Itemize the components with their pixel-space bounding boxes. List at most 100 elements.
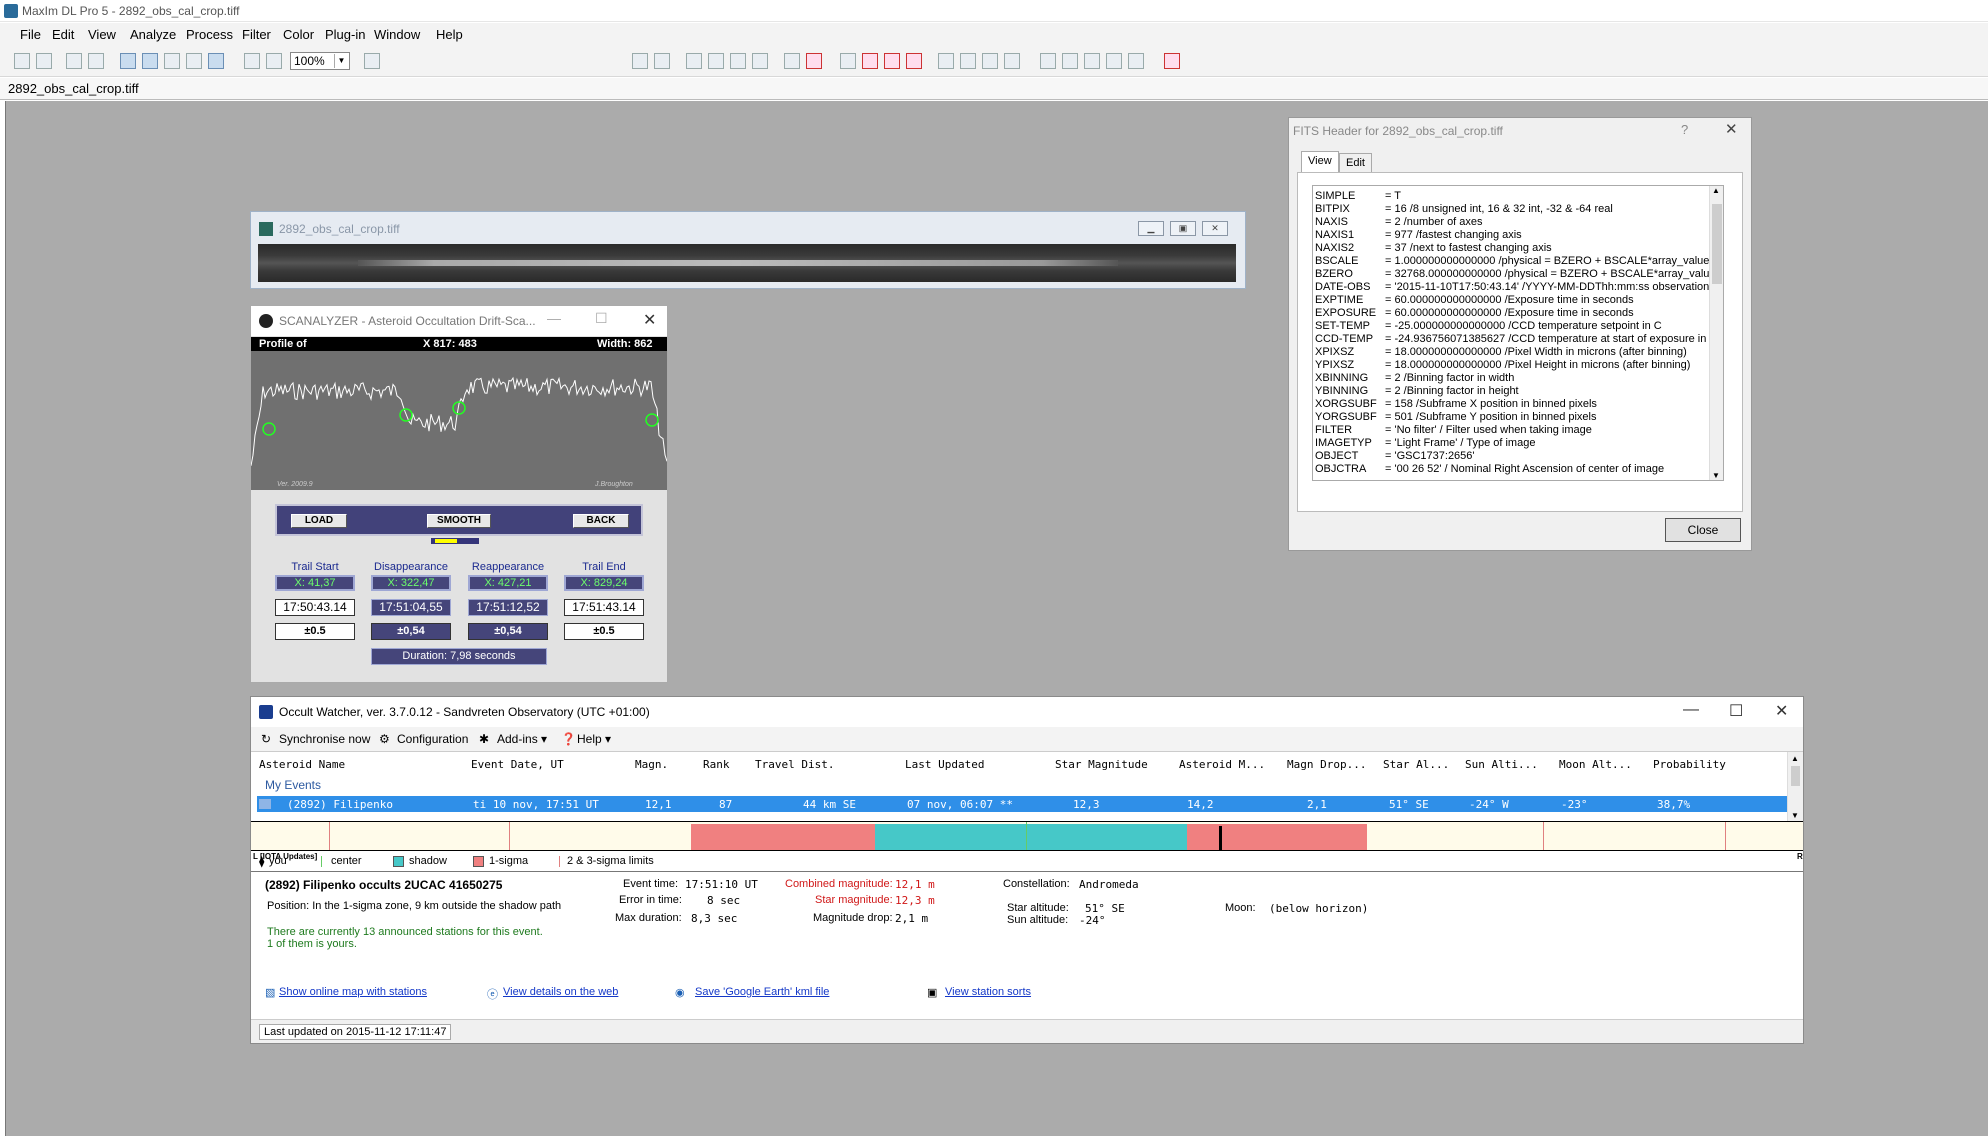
trail-end-time[interactable]: 17:51:43.14 [564, 599, 644, 616]
fits-row[interactable]: YBINNING = 2 /Binning factor in height [1315, 385, 1723, 398]
minimize-button[interactable]: ▁ [1138, 221, 1164, 236]
menu-window[interactable]: Window [374, 27, 420, 42]
tool-icon[interactable] [1062, 53, 1078, 69]
tool-icon[interactable] [686, 53, 702, 69]
tab-edit[interactable]: Edit [1339, 153, 1372, 173]
fits-header-dialog[interactable]: FITS Header for 2892_obs_cal_crop.tiff ?… [1288, 117, 1752, 551]
tool-icon[interactable] [1128, 53, 1144, 69]
image-icon[interactable] [120, 53, 136, 69]
fits-row[interactable]: XBINNING = 2 /Binning factor in width [1315, 372, 1723, 385]
addins-button[interactable]: Add-ins ▾ [497, 732, 547, 746]
menu-color[interactable]: Color [283, 27, 314, 42]
fits-row[interactable]: XORGSUBF = 158 /Subframe X position in bi… [1315, 398, 1723, 411]
fits-row[interactable]: OBJECT = 'GSC1737:2656' [1315, 450, 1723, 463]
tool-icon[interactable] [752, 53, 768, 69]
tool-icon[interactable] [1164, 53, 1180, 69]
fits-row[interactable]: EXPTIME = 60.000000000000000 /Exposure ti… [1315, 294, 1723, 307]
shadow-path-strip[interactable]: L [IOTA Updates] R [251, 821, 1803, 861]
tool-icon[interactable] [884, 53, 900, 69]
col-moon-altitude[interactable]: Moon Alt... [1559, 758, 1632, 771]
profile-plot[interactable]: Profile of X 817: 483 Width: 862 Ver. 20… [251, 337, 667, 490]
trail-start-error[interactable]: ±0.5 [275, 623, 355, 640]
zoom-fit-icon[interactable] [142, 53, 158, 69]
tool-icon[interactable] [708, 53, 724, 69]
menu-edit[interactable]: Edit [52, 27, 74, 42]
chevron-down-icon[interactable]: ▼ [1791, 811, 1799, 820]
fits-row[interactable]: NAXIS = 2 /number of axes [1315, 216, 1723, 229]
col-magn[interactable]: Magn. [635, 758, 668, 771]
tool-icon[interactable] [1040, 53, 1056, 69]
crosshair-icon[interactable] [806, 53, 822, 69]
menu-file[interactable]: File [20, 27, 41, 42]
view-details-link[interactable]: View details on the web [503, 986, 618, 998]
zoom-out-icon[interactable] [266, 53, 282, 69]
maximize-button[interactable]: ☐ [1729, 701, 1743, 721]
tool-icon[interactable] [654, 53, 670, 69]
pan-icon[interactable] [164, 53, 180, 69]
col-event-date[interactable]: Event Date, UT [471, 758, 564, 771]
fits-row[interactable]: SIMPLE = T [1315, 190, 1723, 203]
fits-row[interactable]: EXPOSURE = 60.000000000000000 /Exposure t… [1315, 307, 1723, 320]
fits-row[interactable]: DATE-OBS = '2015-11-10T17:50:43.14' /YYYY… [1315, 281, 1723, 294]
fits-row[interactable]: BZERO = 32768.000000000000 /physical = BZ… [1315, 268, 1723, 281]
menu-process[interactable]: Process [186, 27, 233, 42]
synchronise-button[interactable]: Synchronise now [279, 732, 370, 746]
fits-row[interactable]: CCD-TEMP = -24.936756071385627 /CCD tempe… [1315, 333, 1723, 346]
tool-icon[interactable] [1106, 53, 1122, 69]
menu-analyze[interactable]: Analyze [130, 27, 176, 42]
back-button[interactable]: BACK [573, 514, 629, 528]
close-button[interactable]: ✕ [1202, 221, 1228, 236]
tool-icon[interactable] [730, 53, 746, 69]
col-star-magnitude[interactable]: Star Magnitude [1055, 758, 1148, 771]
tool-icon[interactable] [784, 53, 800, 69]
undo-icon[interactable] [66, 53, 82, 69]
events-grid[interactable]: Asteroid Name Event Date, UT Magn. Rank … [251, 751, 1803, 822]
save-icon[interactable] [36, 53, 52, 69]
menu-help[interactable]: Help [436, 27, 463, 42]
close-button[interactable]: ✕ [1775, 701, 1788, 721]
station-sorts-link[interactable]: View station sorts [945, 986, 1031, 998]
col-star-altitude[interactable]: Star Al... [1383, 758, 1449, 771]
chevron-up-icon[interactable]: ▲ [1791, 754, 1799, 763]
menu-view[interactable]: View [88, 27, 116, 42]
image-window[interactable]: 2892_obs_cal_crop.tiff ▁ ▣ ✕ [250, 211, 1246, 289]
save-kml-link[interactable]: Save 'Google Earth' kml file [695, 986, 829, 998]
trail-start-time[interactable]: 17:50:43.14 [275, 599, 355, 616]
fits-row[interactable]: FILTER = 'No filter' / Filter used when t… [1315, 424, 1723, 437]
fits-scrollbar[interactable]: ▲ ▼ [1709, 186, 1723, 480]
trail-end-error[interactable]: ±0.5 [564, 623, 644, 640]
col-magn-drop[interactable]: Magn Drop... [1287, 758, 1366, 771]
fits-row[interactable]: OBJCTRA = '00 26 52' / Nominal Right Asce… [1315, 463, 1723, 476]
grid-scrollbar[interactable]: ▲ ▼ [1787, 752, 1803, 822]
chevron-down-icon[interactable]: ▼ [1712, 471, 1720, 480]
col-last-updated[interactable]: Last Updated [905, 758, 984, 771]
document-tab[interactable]: 2892_obs_cal_crop.tiff [8, 81, 139, 96]
menu-plugin[interactable]: Plug-in [325, 27, 365, 42]
help-pointer-icon[interactable] [364, 53, 380, 69]
tool-icon[interactable] [1084, 53, 1100, 69]
zoom-select[interactable]: 100% ▼ [290, 52, 350, 70]
open-icon[interactable] [14, 53, 30, 69]
table-row[interactable]: (2892) Filipenko ti 10 nov, 17:51 UT 12,… [257, 796, 1801, 812]
smooth-button[interactable]: SMOOTH [427, 514, 491, 528]
group-my-events[interactable]: My Events [265, 778, 321, 792]
show-map-link[interactable]: Show online map with stations [279, 986, 427, 998]
tool-icon[interactable] [982, 53, 998, 69]
help-button[interactable]: ? [1681, 122, 1688, 137]
close-icon[interactable]: ✕ [1725, 120, 1738, 138]
configuration-button[interactable]: Configuration [397, 732, 468, 746]
fits-row[interactable]: BITPIX = 16 /8 unsigned int, 16 & 32 int,… [1315, 203, 1723, 216]
occult-watcher-window[interactable]: Occult Watcher, ver. 3.7.0.12 - Sandvret… [250, 696, 1804, 1044]
minimize-button[interactable]: — [547, 310, 561, 326]
close-button[interactable]: Close [1665, 518, 1741, 542]
tab-view[interactable]: View [1301, 151, 1339, 173]
fits-row[interactable]: YPIXSZ = 18.000000000000000 /Pixel Height… [1315, 359, 1723, 372]
redo-icon[interactable] [88, 53, 104, 69]
crop-icon[interactable] [186, 53, 202, 69]
fits-row[interactable]: XPIXSZ = 18.000000000000000 /Pixel Width … [1315, 346, 1723, 359]
load-button[interactable]: LOAD [291, 514, 347, 528]
col-asteroid-name[interactable]: Asteroid Name [259, 758, 345, 771]
col-rank[interactable]: Rank [703, 758, 730, 771]
fits-row[interactable]: NAXIS1 = 977 /fastest changing axis [1315, 229, 1723, 242]
fits-row[interactable]: NAXIS2 = 37 /next to fastest changing axi… [1315, 242, 1723, 255]
